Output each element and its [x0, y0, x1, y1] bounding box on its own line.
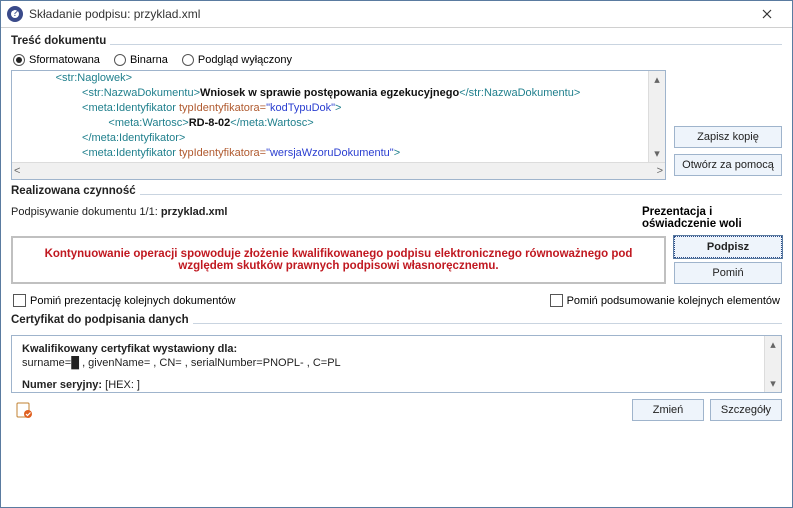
- radio-icon: [114, 54, 126, 66]
- scrollbar-vertical[interactable]: ▴▾: [764, 336, 781, 392]
- radio-row: Sformatowana Binarna Podgląd wyłączony: [13, 54, 782, 66]
- otworz-button[interactable]: Otwórz za pomocą: [674, 154, 782, 176]
- radio-sformatowana[interactable]: Sformatowana: [13, 54, 100, 66]
- checkbox-skip-presentation[interactable]: [13, 294, 26, 307]
- cert-issued-label: Kwalifikowany certyfikat wystawiony dla:: [22, 343, 237, 355]
- radio-icon: [13, 54, 25, 66]
- podpisz-button[interactable]: Podpisz: [674, 236, 782, 258]
- app-icon: ?: [7, 6, 23, 22]
- close-button[interactable]: [746, 1, 788, 27]
- legend-tresc: Treść dokumentu: [11, 35, 110, 47]
- radio-binarna[interactable]: Binarna: [114, 54, 168, 66]
- radio-wylaczony[interactable]: Podgląd wyłączony: [182, 54, 292, 66]
- zapisz-button[interactable]: Zapisz kopię: [674, 126, 782, 148]
- xml-content: <str:Naglowek> <str:NazwaDokumentu>Wnios…: [12, 71, 648, 162]
- checkbox-label: Pomiń podsumowanie kolejnych elementów: [567, 295, 780, 307]
- zmien-button[interactable]: Zmień: [632, 399, 704, 421]
- cert-icon: [15, 401, 33, 419]
- titlebar: ? Składanie podpisu: przyklad.xml: [1, 1, 792, 28]
- scrollbar-vertical[interactable]: ▴▾: [648, 71, 665, 162]
- pomin-button[interactable]: Pomiń: [674, 262, 782, 284]
- szczegoly-button[interactable]: Szczegóły: [710, 399, 782, 421]
- legend-czynnosc: Realizowana czynność: [11, 185, 140, 197]
- radio-label: Sformatowana: [29, 54, 100, 66]
- legend-cert: Certyfikat do podpisania danych: [11, 314, 193, 326]
- xml-preview[interactable]: <str:Naglowek> <str:NazwaDokumentu>Wnios…: [11, 70, 666, 180]
- checkbox-label: Pomiń prezentację kolejnych dokumentów: [30, 295, 235, 307]
- warning-box: Kontynuowanie operacji spowoduje złożeni…: [11, 236, 666, 284]
- radio-label: Binarna: [130, 54, 168, 66]
- radio-label: Podgląd wyłączony: [198, 54, 292, 66]
- scrollbar-horizontal[interactable]: <>: [12, 162, 665, 179]
- cert-serial-label: Numer seryjny:: [22, 379, 102, 391]
- svg-text:?: ?: [12, 9, 18, 19]
- window-title: Składanie podpisu: przyklad.xml: [29, 7, 200, 21]
- cert-serial-value: [HEX: ]: [102, 379, 140, 391]
- group-cert: Certyfikat do podpisania danych Kwalifik…: [11, 317, 782, 421]
- checkbox-skip-summary[interactable]: [550, 294, 563, 307]
- radio-icon: [182, 54, 194, 66]
- presentation-label: Prezentacja i oświadczenie woli: [642, 206, 782, 230]
- group-tresc: Treść dokumentu Sformatowana Binarna Pod…: [11, 38, 782, 180]
- group-czynnosc: Realizowana czynność Podpisywanie dokume…: [11, 188, 782, 309]
- cert-info-box: Kwalifikowany certyfikat wystawiony dla:…: [11, 335, 782, 393]
- cert-subject: surname=█ , givenName= , CN= , serialNum…: [22, 356, 771, 370]
- activity-line: Podpisywanie dokumentu 1/1: przyklad.xml: [11, 206, 227, 218]
